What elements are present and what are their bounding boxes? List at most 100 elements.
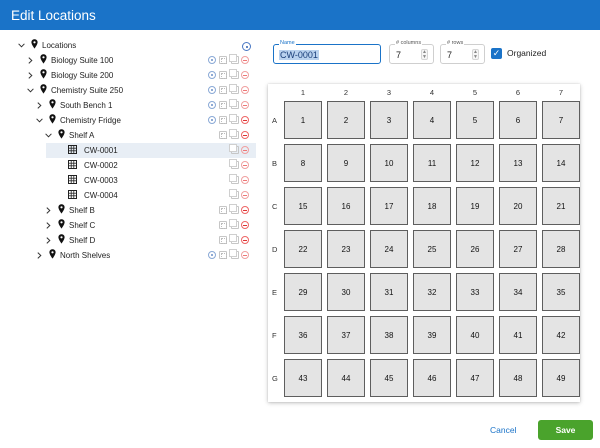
columns-field[interactable]: # columns 7 ▲ ▼ xyxy=(389,40,434,64)
plate-cell[interactable]: 13 xyxy=(499,144,537,182)
chevron-right-icon[interactable] xyxy=(44,205,52,215)
rows-input[interactable]: 7 xyxy=(447,50,452,60)
chevron-down-icon[interactable] xyxy=(44,130,52,140)
tree-row[interactable]: Shelf D xyxy=(0,233,256,248)
chevron-right-icon[interactable] xyxy=(44,220,52,230)
copy-icon[interactable] xyxy=(229,204,239,214)
copy-icon[interactable] xyxy=(229,129,239,139)
add-child-icon[interactable] xyxy=(208,86,216,94)
plate-cell[interactable]: 9 xyxy=(327,144,365,182)
plate-cell[interactable]: 47 xyxy=(456,359,494,397)
remove-icon[interactable] xyxy=(241,56,249,64)
plate-cell[interactable]: 46 xyxy=(413,359,451,397)
chevron-down-icon[interactable] xyxy=(35,115,43,125)
plate-cell[interactable]: 28 xyxy=(542,230,580,268)
plate-cell[interactable]: 32 xyxy=(413,273,451,311)
copy-icon[interactable] xyxy=(229,99,239,109)
remove-icon[interactable] xyxy=(241,176,249,184)
plate-cell[interactable]: 8 xyxy=(284,144,322,182)
copy-icon[interactable] xyxy=(229,159,239,169)
plate-cell[interactable]: 5 xyxy=(456,101,494,139)
remove-icon[interactable] xyxy=(241,71,249,79)
name-field[interactable]: Name CW-0001 xyxy=(273,40,381,64)
tree-row[interactable]: Biology Suite 100 xyxy=(0,53,256,68)
chevron-down-icon[interactable] xyxy=(17,40,25,50)
copy-icon[interactable] xyxy=(229,189,239,199)
tree-row[interactable]: CW-0001 xyxy=(46,143,256,158)
rows-field[interactable]: # rows 7 ▲ ▼ xyxy=(440,40,485,64)
copy-icon[interactable] xyxy=(229,114,239,124)
plate-cell[interactable]: 25 xyxy=(413,230,451,268)
plate-cell[interactable]: 12 xyxy=(456,144,494,182)
remove-icon[interactable] xyxy=(241,251,249,259)
organized-checkbox[interactable]: ✓ xyxy=(491,48,502,59)
copy-icon[interactable] xyxy=(229,234,239,244)
tree-row[interactable]: CW-0003 xyxy=(0,173,256,188)
plate-cell[interactable]: 26 xyxy=(456,230,494,268)
plate-cell[interactable]: 3 xyxy=(370,101,408,139)
plate-cell[interactable]: 27 xyxy=(499,230,537,268)
remove-icon[interactable] xyxy=(241,161,249,169)
remove-icon[interactable] xyxy=(241,236,249,244)
chevron-right-icon[interactable] xyxy=(26,55,34,65)
plate-cell[interactable]: 30 xyxy=(327,273,365,311)
name-input[interactable]: CW-0001 xyxy=(279,50,319,60)
remove-icon[interactable] xyxy=(241,221,249,229)
tree-row[interactable]: Shelf C xyxy=(0,218,256,233)
copy-icon[interactable] xyxy=(229,144,239,154)
plate-cell[interactable]: 41 xyxy=(499,316,537,354)
plate-cell[interactable]: 31 xyxy=(370,273,408,311)
plate-cell[interactable]: 2 xyxy=(327,101,365,139)
plate-cell[interactable]: 16 xyxy=(327,187,365,225)
plate-cell[interactable]: 49 xyxy=(542,359,580,397)
plate-cell[interactable]: 21 xyxy=(542,187,580,225)
tree-row[interactable]: CW-0004 xyxy=(0,188,256,203)
plate-cell[interactable]: 10 xyxy=(370,144,408,182)
add-plate-icon[interactable] xyxy=(219,56,227,64)
plate-cell[interactable]: 29 xyxy=(284,273,322,311)
add-plate-icon[interactable] xyxy=(219,71,227,79)
copy-icon[interactable] xyxy=(229,69,239,79)
rows-stepper[interactable]: ▲ ▼ xyxy=(472,49,479,60)
plate-cell[interactable]: 39 xyxy=(413,316,451,354)
plate-cell[interactable]: 43 xyxy=(284,359,322,397)
remove-icon[interactable] xyxy=(241,191,249,199)
plate-cell[interactable]: 7 xyxy=(542,101,580,139)
plate-cell[interactable]: 37 xyxy=(327,316,365,354)
tree-row[interactable]: Shelf A xyxy=(0,128,256,143)
copy-icon[interactable] xyxy=(229,54,239,64)
plate-cell[interactable]: 42 xyxy=(542,316,580,354)
tree-row[interactable]: Shelf B xyxy=(0,203,256,218)
plate-cell[interactable]: 17 xyxy=(370,187,408,225)
remove-icon[interactable] xyxy=(241,146,249,154)
tree-row[interactable]: Locations xyxy=(0,38,256,53)
add-plate-icon[interactable] xyxy=(219,206,227,214)
remove-icon[interactable] xyxy=(241,101,249,109)
plate-cell[interactable]: 34 xyxy=(499,273,537,311)
plate-cell[interactable]: 1 xyxy=(284,101,322,139)
add-plate-icon[interactable] xyxy=(219,86,227,94)
copy-icon[interactable] xyxy=(229,249,239,259)
add-location-icon[interactable] xyxy=(242,42,251,51)
plate-cell[interactable]: 38 xyxy=(370,316,408,354)
plate-cell[interactable]: 35 xyxy=(542,273,580,311)
chevron-right-icon[interactable] xyxy=(26,70,34,80)
plate-cell[interactable]: 14 xyxy=(542,144,580,182)
plate-cell[interactable]: 40 xyxy=(456,316,494,354)
chevron-right-icon[interactable] xyxy=(35,100,43,110)
plate-cell[interactable]: 48 xyxy=(499,359,537,397)
plate-cell[interactable]: 22 xyxy=(284,230,322,268)
remove-icon[interactable] xyxy=(241,206,249,214)
add-plate-icon[interactable] xyxy=(219,116,227,124)
columns-input[interactable]: 7 xyxy=(396,50,401,60)
add-child-icon[interactable] xyxy=(208,101,216,109)
add-child-icon[interactable] xyxy=(208,251,216,259)
remove-icon[interactable] xyxy=(241,86,249,94)
plate-cell[interactable]: 36 xyxy=(284,316,322,354)
columns-stepper[interactable]: ▲ ▼ xyxy=(421,49,428,60)
add-plate-icon[interactable] xyxy=(219,221,227,229)
add-plate-icon[interactable] xyxy=(219,236,227,244)
tree-row[interactable]: South Bench 1 xyxy=(0,98,256,113)
copy-icon[interactable] xyxy=(229,219,239,229)
copy-icon[interactable] xyxy=(229,84,239,94)
